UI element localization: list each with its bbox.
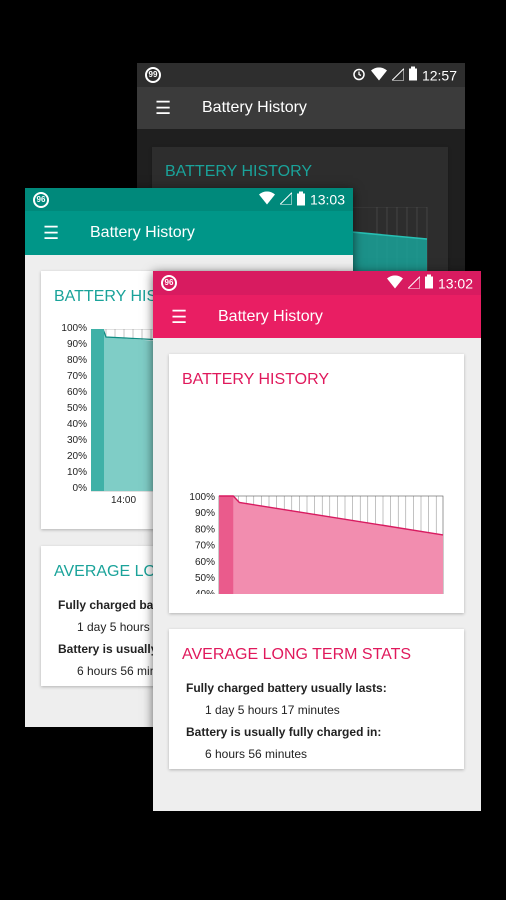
charging-value: 6 hours 56 minutes	[205, 747, 308, 761]
alarm-icon	[352, 67, 366, 84]
signal-icon	[390, 66, 405, 83]
app-title: Battery History	[202, 99, 307, 116]
wifi-icon	[258, 191, 275, 208]
charged-label: Fully charged battery usually lasts:	[186, 681, 387, 695]
y-tick: 70%	[195, 541, 215, 552]
y-tick: 100%	[61, 323, 87, 334]
y-tick: 60%	[195, 557, 215, 568]
battery-chart: 100%90%80%70%60%50%40%30%20%10%0%14:0016…	[189, 492, 444, 594]
y-tick: 40%	[195, 589, 215, 594]
y-tick: 40%	[66, 419, 87, 430]
battery-icon	[296, 191, 305, 208]
stats-title: AVERAGE LONG TERM STATS	[182, 646, 412, 663]
card-title: BATTERY HISTORY	[165, 163, 313, 180]
menu-icon[interactable]: ☰	[171, 308, 187, 326]
x-tick: 14:00	[111, 495, 137, 506]
signal-icon	[278, 191, 293, 208]
status-bar: 99 12:57	[137, 63, 465, 87]
menu-icon[interactable]: ☰	[43, 224, 59, 242]
pink-theme-screen: 96 13:02 ☰ Battery History BATTERY HISTO…	[153, 271, 481, 811]
battery-full-band	[91, 329, 104, 491]
y-tick: 50%	[66, 403, 87, 414]
y-tick: 90%	[66, 339, 87, 350]
app-bar: ☰ Battery History	[153, 295, 481, 338]
wifi-icon	[386, 274, 403, 291]
y-tick: 50%	[195, 573, 215, 584]
status-bar: 96 13:02	[153, 271, 481, 295]
status-clock: 13:02	[437, 275, 473, 291]
y-tick: 0%	[72, 483, 87, 494]
signal-icon	[406, 274, 421, 291]
notification-badge: 96	[161, 275, 177, 291]
y-tick: 70%	[66, 371, 87, 382]
app-title: Battery History	[218, 307, 323, 325]
app-bar: ☰ Battery History	[25, 211, 353, 255]
status-clock: 13:03	[309, 191, 345, 208]
battery-icon	[408, 66, 417, 84]
charging-label: Battery is usually fully charged in:	[186, 725, 382, 739]
menu-icon[interactable]: ☰	[155, 99, 171, 117]
status-bar: 96 13:03	[25, 188, 353, 211]
app-bar: ☰ Battery History	[137, 87, 465, 129]
y-tick: 90%	[195, 508, 215, 519]
battery-icon	[424, 274, 433, 292]
y-tick: 20%	[66, 451, 87, 462]
y-tick: 80%	[66, 355, 87, 366]
notification-badge: 99	[145, 67, 161, 83]
y-tick: 60%	[66, 387, 87, 398]
battery-full-band	[219, 496, 234, 594]
charged-value: 1 day 5 hours 17 minutes	[205, 703, 340, 717]
y-tick: 100%	[189, 492, 215, 503]
app-title: Battery History	[90, 224, 195, 241]
y-tick: 30%	[66, 435, 87, 446]
notification-badge: 96	[33, 191, 49, 208]
y-tick: 80%	[195, 524, 215, 535]
battery-history-card: BATTERY HISTORY 100%90%80%70%60%50%40%30…	[169, 354, 464, 613]
stats-card: AVERAGE LONG TERM STATS Fully charged ba…	[169, 629, 464, 769]
status-clock: 12:57	[421, 67, 457, 83]
y-tick: 10%	[66, 467, 87, 478]
wifi-icon	[370, 66, 387, 83]
